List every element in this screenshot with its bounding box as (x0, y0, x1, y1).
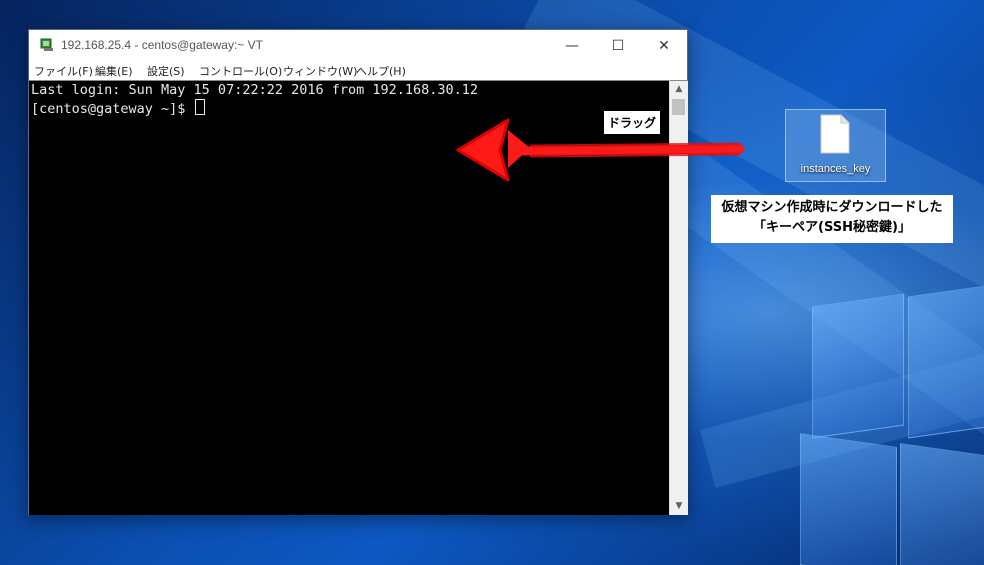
caption-line-1: 仮想マシン作成時にダウンロードした (721, 200, 943, 215)
terminal-window[interactable]: 192.168.25.4 - centos@gateway:~ VT — ☐ ✕… (28, 29, 688, 515)
menu-window[interactable]: ウィンドウ(W) (283, 63, 357, 79)
terminal-line-prompt: [centos@gateway ~]$ (31, 99, 205, 118)
scroll-up-arrow-icon[interactable]: ▲ (670, 81, 688, 98)
drag-arrow-icon (456, 118, 745, 182)
wallpaper-pane (900, 443, 984, 565)
file-label: instances_key (800, 163, 871, 175)
file-icon (820, 114, 850, 154)
maximize-button[interactable]: ☐ (595, 30, 641, 61)
title-bar[interactable]: 192.168.25.4 - centos@gateway:~ VT — ☐ ✕ (29, 30, 687, 61)
shell-prompt: [centos@gateway ~]$ (31, 101, 194, 117)
wallpaper-pane (908, 283, 984, 439)
menu-control[interactable]: コントロール(O) (199, 63, 282, 79)
menu-edit[interactable]: 編集(E) (95, 63, 133, 79)
scroll-down-arrow-icon[interactable]: ▼ (670, 498, 688, 515)
text-cursor (194, 99, 205, 115)
window-title: 192.168.25.4 - centos@gateway:~ VT (61, 38, 263, 52)
close-icon: ✕ (658, 37, 670, 54)
wallpaper-pane (812, 293, 904, 439)
menu-bar: ファイル(F) 編集(E) 設定(S) コントロール(O) ウィンドウ(W) ヘ… (29, 61, 687, 80)
desktop-file-instances-key[interactable]: instances_key (785, 109, 886, 182)
menu-settings[interactable]: 設定(S) (147, 63, 185, 79)
menu-help[interactable]: ヘルプ(H) (356, 63, 406, 79)
caption-line-2: 「キーペア(SSH秘密鍵)」 (753, 220, 911, 235)
terminal-line-login: Last login: Sun May 15 07:22:22 2016 fro… (31, 82, 479, 98)
menu-file[interactable]: ファイル(F) (34, 63, 93, 79)
teraterm-icon (40, 38, 53, 51)
close-button[interactable]: ✕ (641, 30, 687, 61)
minimize-button[interactable]: — (549, 30, 595, 61)
drag-label: ドラッグ (604, 111, 661, 134)
maximize-icon: ☐ (611, 37, 625, 54)
key-pair-caption: 仮想マシン作成時にダウンロードした 「キーペア(SSH秘密鍵)」 (711, 195, 953, 243)
wallpaper-pane (800, 433, 897, 565)
minimize-icon: — (565, 37, 579, 54)
